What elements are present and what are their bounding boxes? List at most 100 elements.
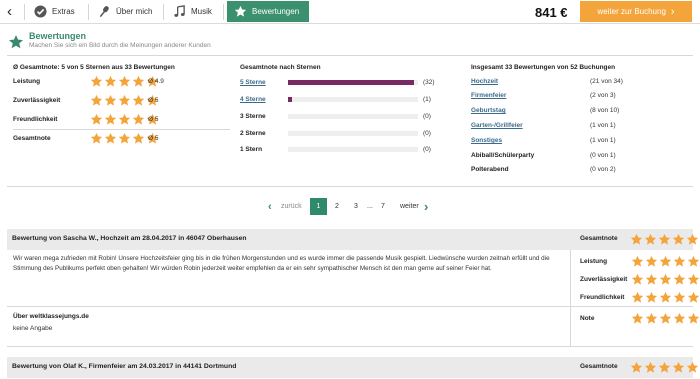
divider — [7, 346, 693, 347]
divider — [7, 55, 693, 56]
event-row-value: (2 von 3) — [590, 92, 616, 99]
review-rating-stars — [631, 273, 700, 286]
distribution-bar — [288, 131, 418, 136]
pagination-prev[interactable]: zurück — [281, 203, 302, 210]
divider — [570, 250, 571, 346]
tab-bewertungen[interactable]: Bewertungen — [227, 1, 309, 22]
distribution-bar-fill — [288, 80, 415, 85]
distribution-row-count: (0) — [423, 130, 431, 137]
event-row-value: (21 von 34) — [590, 78, 623, 85]
star-icon — [104, 132, 117, 145]
back-chevron-icon[interactable]: ‹ — [7, 3, 12, 20]
book-button[interactable]: weiter zur Buchung › — [580, 1, 692, 22]
star-icon — [644, 233, 657, 246]
star-icon — [90, 132, 103, 145]
microphone-icon — [97, 5, 111, 19]
review-text: Wir waren mega zufrieden mit Robin! Unse… — [13, 255, 550, 272]
distribution-row-count: (1) — [423, 96, 431, 103]
star-icon — [90, 75, 103, 88]
divider — [13, 129, 230, 130]
star-icon — [90, 94, 103, 107]
pagination-page-3[interactable]: 3 — [354, 203, 358, 210]
star-icon — [132, 132, 145, 145]
divider — [7, 186, 693, 187]
chevron-left-icon[interactable]: ‹ — [268, 201, 272, 213]
star-icon — [631, 312, 644, 325]
review-overall-label: Gesamtnote — [580, 235, 618, 242]
pagination-ellipsis: ... — [367, 203, 373, 210]
star-icon — [90, 113, 103, 126]
star-icon — [132, 94, 145, 107]
distribution-bar — [288, 147, 418, 152]
tab-ueber-mich[interactable]: Über mich — [91, 1, 161, 22]
star-icon — [132, 113, 145, 126]
star-icon — [631, 273, 644, 286]
distribution-bar — [288, 97, 418, 102]
star-icon — [233, 5, 247, 19]
star-icon — [659, 255, 672, 268]
review-source-value: keine Angabe — [13, 325, 53, 332]
check-circle-icon — [33, 5, 47, 19]
divider — [24, 4, 25, 20]
chevron-right-icon[interactable]: › — [424, 199, 428, 214]
summary-row-label: Leistung — [13, 78, 41, 85]
review-rating-label: Zuverlässigkeit — [580, 276, 628, 283]
star-icon — [104, 75, 117, 88]
tab-musik[interactable]: Musik — [166, 1, 222, 22]
top-nav-bar: ‹ Extras Über mich Musik Bewertungen 841… — [0, 0, 700, 24]
star-icon — [132, 75, 145, 88]
distribution-row-label[interactable]: 5 Sterne — [240, 79, 266, 86]
events-heading: Insgesamt 33 Bewertungen von 52 Buchunge… — [471, 64, 616, 71]
summary-row-value: Ø 5 — [148, 135, 159, 142]
star-icon — [118, 94, 131, 107]
event-row-label[interactable]: Firmenfeier — [471, 92, 506, 99]
tab-extras[interactable]: Extras — [27, 1, 87, 22]
section-title: Bewertungen — [29, 31, 87, 41]
review-rating-stars — [631, 291, 700, 304]
review-overall-stars — [630, 361, 699, 374]
distribution-row-count: (0) — [423, 146, 431, 153]
divider — [88, 4, 89, 20]
review-source-label: Über weltklassejungs.de — [13, 313, 89, 320]
summary-row-value: Ø 5 — [148, 116, 159, 123]
star-icon — [645, 255, 658, 268]
chevron-right-icon: › — [670, 5, 675, 18]
tab-label: Bewertungen — [252, 7, 300, 16]
distribution-row-label[interactable]: 4 Sterne — [240, 96, 266, 103]
star-icon — [687, 291, 700, 304]
star-icon — [686, 361, 699, 374]
distribution-heading: Gesamtnote nach Sternen — [240, 64, 321, 71]
summary-row-label: Zuverlässigkeit — [13, 97, 61, 104]
star-icon — [644, 361, 657, 374]
event-row-label: Abiball/Schülerparty — [471, 152, 535, 159]
star-icon — [659, 291, 672, 304]
distribution-row-label: 3 Sterne — [240, 113, 266, 120]
star-icon — [645, 291, 658, 304]
section-subtitle: Machen Sie sich ein Bild durch die Meinu… — [29, 42, 211, 49]
star-icon — [645, 273, 658, 286]
star-icon — [658, 361, 671, 374]
pagination-next[interactable]: weiter — [400, 203, 419, 210]
pagination-page-7[interactable]: 7 — [381, 203, 385, 210]
divider — [163, 4, 164, 20]
event-row-label[interactable]: Hochzeit — [471, 78, 498, 85]
star-icon — [118, 113, 131, 126]
star-icon — [8, 34, 24, 52]
review-overall-label: Gesamtnote — [580, 363, 618, 370]
distribution-bar — [288, 114, 418, 119]
tab-label: Extras — [52, 7, 75, 16]
music-note-icon — [172, 5, 186, 19]
review-rating-label: Leistung — [580, 258, 608, 265]
divider — [7, 306, 693, 307]
star-icon — [673, 255, 686, 268]
pagination-page-2[interactable]: 2 — [335, 203, 339, 210]
star-icon — [104, 113, 117, 126]
pagination-page-1[interactable]: 1 — [310, 198, 327, 215]
event-row-label[interactable]: Sonstiges — [471, 137, 502, 144]
star-icon — [659, 273, 672, 286]
event-row-label[interactable]: Geburtstag — [471, 107, 506, 114]
event-row-label[interactable]: Garten-/Grillfeier — [471, 122, 523, 129]
event-row-label: Polterabend — [471, 166, 509, 173]
review-header: Bewertung von Sascha W., Hochzeit am 28.… — [7, 229, 699, 250]
distribution-bar — [288, 80, 418, 85]
